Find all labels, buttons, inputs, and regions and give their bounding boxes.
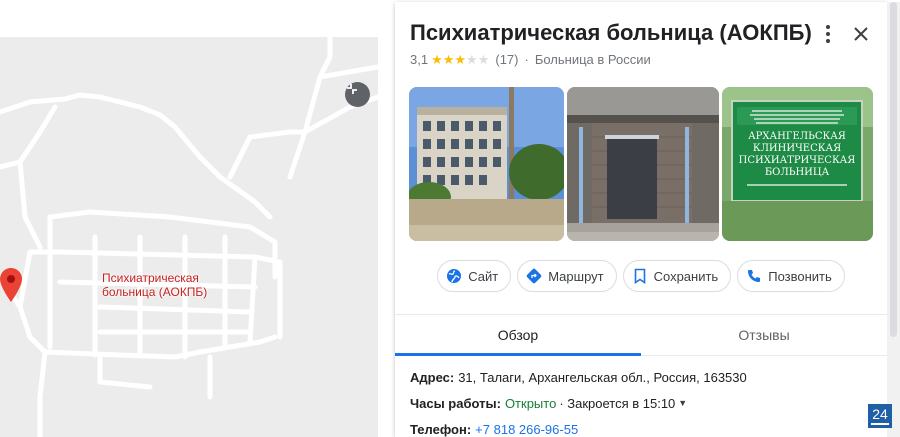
place-panel: Психиатрическая больница (АОКПБ) 3,1 ★ ★ ★… [395,2,887,437]
directions-icon [526,268,542,284]
rating-row: 3,1 ★ ★ ★ ★ ★ (17) · Больница в России [410,52,651,68]
phone-label: Телефон: [410,421,472,437]
site-badge[interactable]: 24 [868,404,892,428]
hours-label: Часы работы: [410,395,501,411]
hours-status: Открыто [504,395,557,411]
scrollbar-thumb[interactable] [890,2,897,337]
map-marker-icon[interactable] [0,268,22,302]
close-icon[interactable] [850,23,872,45]
phone-row[interactable]: Телефон: +7 818 266-96-55 [410,416,747,437]
badge-text: 24 [872,406,888,422]
website-button[interactable]: Сайт [437,260,512,292]
chevron-down-icon[interactable]: ▼ [678,395,687,412]
directions-label: Маршрут [548,268,604,284]
star-icon: ★ [431,52,443,67]
star-icon: ★ [442,52,455,67]
sign-line3: ПСИХИАТРИЧЕСКАЯ [739,155,856,166]
collapse-map-button[interactable] [345,82,370,107]
more-options-button[interactable] [817,23,839,45]
panel-scrollbar[interactable] [887,2,900,437]
action-buttons: Сайт Маршрут Сохранить Позвонить [395,260,887,294]
place-category[interactable]: Больница в России [535,52,651,68]
photo-strip: АРХАНГЕЛЬСКАЯ КЛИНИЧЕСКАЯ ПСИХИАТРИЧЕСКА… [409,87,874,241]
reviews-count[interactable]: (17) [495,52,518,68]
collapse-icon [347,84,357,94]
globe-icon [446,268,462,284]
hours-closing: · Закроется в 15:10 [559,395,676,411]
dot-icon [826,39,830,43]
photo-entrance[interactable] [567,87,719,241]
place-title: Психиатрическая больница (АОКПБ) [410,20,812,45]
phone-icon [746,268,762,284]
star-icon: ★ [477,52,490,67]
photo-building[interactable] [409,87,564,241]
star-icon: ★ [454,52,467,67]
sign-line2: КЛИНИЧЕСКАЯ [753,143,841,154]
rating-stars[interactable]: ★ ★ ★ ★ ★ [431,52,489,68]
phone-value[interactable]: +7 818 266-96-55 [475,421,578,437]
tab-overview[interactable]: Обзор [395,315,641,356]
rating-score: 3,1 [410,52,429,67]
badge-underline [871,423,889,425]
address-row[interactable]: Адрес: 31, Талаги, Архангельская обл., Р… [410,364,747,390]
map-roads [0,37,378,437]
dot-icon [826,32,830,36]
call-button[interactable]: Позвонить [737,260,845,292]
sign-line4: БОЛЬНИЦА [765,167,830,178]
bookmark-icon [632,268,648,284]
star-icon: ★ [466,52,478,67]
map-canvas[interactable]: Психиатрическая больница (АОКПБ) [0,37,378,437]
save-label: Сохранить [653,268,719,284]
address-label: Адрес: [410,369,455,385]
photo-sign[interactable]: АРХАНГЕЛЬСКАЯ КЛИНИЧЕСКАЯ ПСИХИАТРИЧЕСКА… [722,87,873,241]
separator: · [524,52,529,67]
directions-button[interactable]: Маршрут [517,260,617,292]
call-label: Позвонить [768,268,832,284]
place-info: Адрес: 31, Талаги, Архангельская обл., Р… [410,364,747,437]
address-value: 31, Талаги, Архангельская обл., Россия, … [458,369,747,385]
tab-reviews[interactable]: Отзывы [641,315,887,355]
map-marker-label[interactable]: Психиатрическая больница (АОКПБ) [102,271,232,299]
sign-line1: АРХАНГЕЛЬСКАЯ [748,131,846,142]
dot-icon [826,25,830,29]
website-label: Сайт [468,268,499,284]
save-button[interactable]: Сохранить [622,260,732,292]
hours-row[interactable]: Часы работы: Открыто · Закроется в 15:10… [410,390,747,416]
tab-bar: Обзор Отзывы [395,314,887,356]
